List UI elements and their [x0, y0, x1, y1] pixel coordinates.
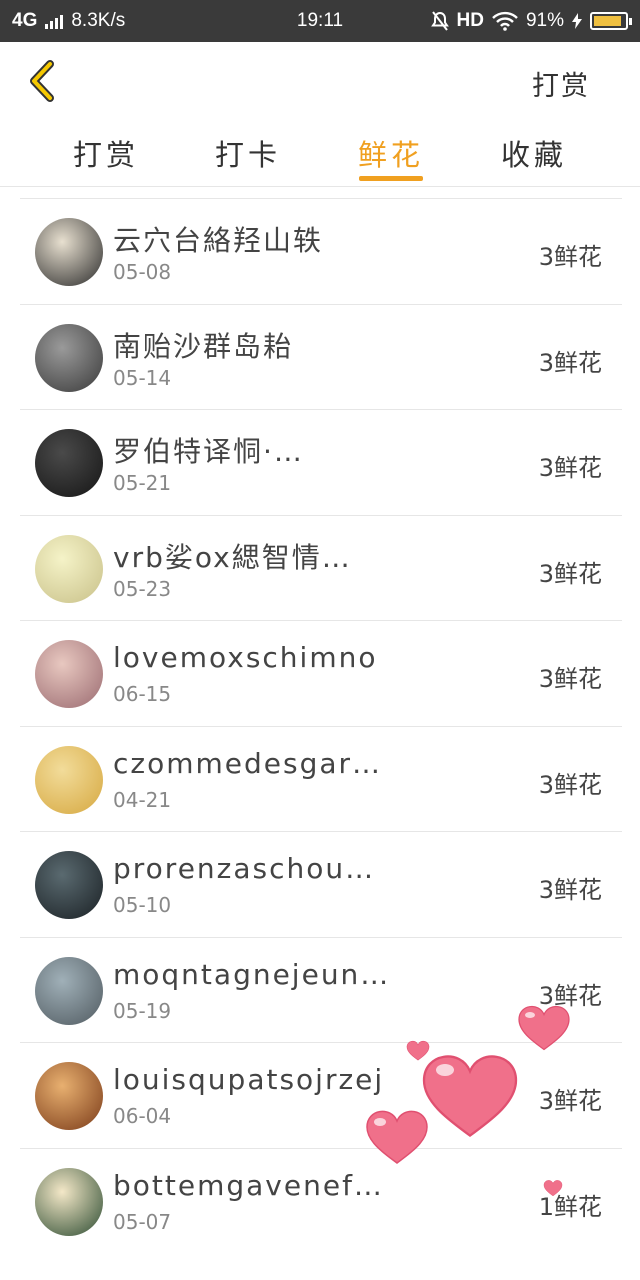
list-item[interactable]: prorenzaschou… 05-10 3鲜花	[20, 831, 622, 937]
flower-count: 1鲜花	[538, 1192, 602, 1221]
user-name: moqntagnejeun…	[113, 957, 391, 991]
date: 04-21	[113, 787, 172, 812]
flower-count: 3鲜花	[538, 1087, 602, 1115]
battery-percent: 91%	[525, 10, 564, 31]
tab-checkin[interactable]: 打卡	[198, 132, 298, 174]
list-item[interactable]: vrb娑ox緦智情… 05-23 3鲜花	[20, 514, 622, 621]
avatar[interactable]	[35, 534, 103, 603]
tab-reward[interactable]: 打赏	[56, 132, 156, 174]
avatar[interactable]	[35, 745, 103, 814]
header: 打赏	[0, 42, 640, 122]
list-item[interactable]: louisqupatsojrzej 06-04 3鲜花	[20, 1042, 622, 1148]
avatar[interactable]	[35, 429, 103, 497]
flower-count: 3鲜花	[538, 876, 602, 904]
list-item[interactable]: 云穴台絡羟山轶 05-08 3鲜花	[20, 198, 622, 304]
user-name: louisqupatsojrzej	[113, 1063, 385, 1096]
avatar[interactable]	[35, 640, 103, 708]
user-name: prorenzaschou…	[113, 852, 376, 885]
user-name: 南贻沙群岛耛	[113, 329, 294, 363]
list-item[interactable]: czommedesgar… 04-21 3鲜花	[20, 725, 622, 832]
user-name: 云穴台絡羟山轶	[113, 224, 324, 257]
mute-bell-icon	[430, 11, 449, 31]
date: 05-10	[113, 893, 172, 917]
reward-button[interactable]: 打赏	[532, 64, 590, 103]
date: 05-08	[113, 260, 172, 284]
tab-favorites[interactable]: 收藏	[484, 132, 584, 174]
flower-count: 3鲜花	[538, 981, 602, 1010]
tab-flowers[interactable]: 鲜花	[341, 132, 441, 174]
date: 05-23	[113, 576, 172, 601]
list-item[interactable]: moqntagnejeun… 05-19 3鲜花	[20, 936, 622, 1043]
avatar[interactable]	[35, 323, 103, 392]
date: 05-07	[113, 1209, 172, 1234]
tab-bar: 打赏 打卡 鲜花 收藏	[0, 122, 640, 187]
user-name: bottemgavenef…	[113, 1168, 384, 1202]
avatar[interactable]	[35, 218, 103, 286]
flower-count: 3鲜花	[538, 454, 602, 482]
avatar[interactable]	[35, 1167, 103, 1236]
avatar[interactable]	[35, 851, 103, 919]
list-item[interactable]: lovemoxschimno 06-15 3鲜花	[20, 620, 622, 726]
clock: 19:11	[296, 10, 344, 31]
flower-count: 3鲜花	[538, 770, 602, 799]
charging-icon	[572, 13, 582, 29]
date: 05-21	[113, 471, 172, 495]
date: 05-14	[113, 365, 172, 390]
wifi-icon	[492, 11, 518, 31]
list-item[interactable]: 南贻沙群岛耛 05-14 3鲜花	[20, 303, 622, 410]
avatar[interactable]	[35, 1062, 103, 1130]
date: 06-15	[113, 682, 172, 706]
list-item[interactable]: 罗伯特译恫·… 05-21 3鲜花	[20, 409, 622, 515]
user-name: vrb娑ox緦智情…	[113, 540, 352, 574]
avatar[interactable]	[35, 956, 103, 1025]
user-name: 罗伯特译恫·…	[113, 435, 304, 468]
date: 06-04	[113, 1104, 172, 1128]
flower-count: 3鲜花	[538, 348, 602, 377]
chevron-left-icon[interactable]	[28, 58, 58, 104]
hd-badge: HD	[456, 10, 484, 31]
user-name: czommedesgar…	[113, 746, 383, 780]
list-item[interactable]: bottemgavenef… 05-07 1鲜花	[20, 1147, 622, 1254]
user-name: lovemoxschimno	[113, 641, 378, 674]
battery-icon	[590, 12, 632, 30]
flower-count: 3鲜花	[538, 559, 602, 588]
active-tab-indicator	[359, 176, 423, 181]
status-bar: 4G 8.3K/s 19:11 HD 91%	[0, 0, 640, 42]
flower-count: 3鲜花	[538, 243, 602, 271]
date: 05-19	[113, 998, 172, 1023]
flower-list: 云穴台絡羟山轶 05-08 3鲜花 南贻沙群岛耛 05-14 3鲜花 罗伯特译恫·… 05-2…	[20, 198, 622, 1253]
flower-count: 3鲜花	[538, 665, 602, 693]
